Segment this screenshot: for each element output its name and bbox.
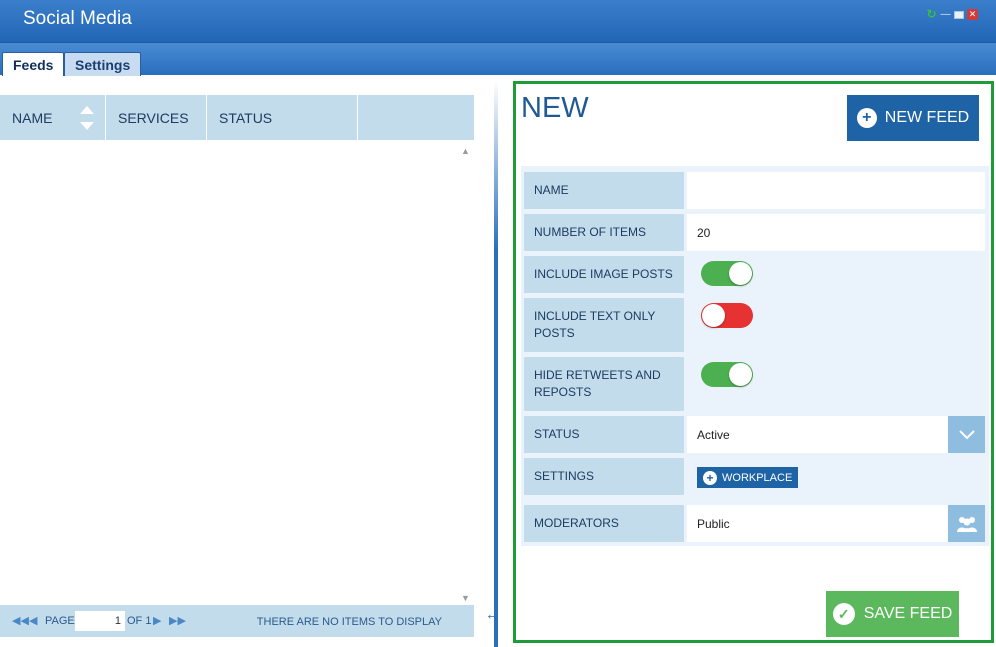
- new-feed-label: NEW FEED: [884, 109, 970, 126]
- field-label: INCLUDE TEXT ONLY POSTS: [524, 298, 684, 352]
- maximize-icon[interactable]: [954, 10, 964, 19]
- hide-retweets-toggle[interactable]: [701, 362, 753, 387]
- users-icon[interactable]: [948, 505, 985, 542]
- new-feed-panel: NEW + NEW FEED NAME NUMBER OF ITEMS 20 I…: [513, 81, 994, 643]
- no-items-message: THERE ARE NO ITEMS TO DISPLAY: [256, 616, 442, 628]
- field-retweets-row: HIDE RETWEETS AND REPOSTS: [524, 357, 985, 411]
- pager: ◀◀ ◀ PAGE OF 1 ▶ ▶▶ THERE ARE NO ITEMS T…: [0, 605, 474, 637]
- field-moderators-row: MODERATORS Public: [524, 505, 985, 542]
- add-workplace-button[interactable]: + WORKPLACE: [697, 467, 799, 488]
- scroll-up-icon[interactable]: ▲: [461, 146, 471, 156]
- resize-handle-icon[interactable]: ↔: [485, 606, 500, 623]
- column-header-label: SERVICES: [118, 109, 189, 126]
- field-label: NUMBER OF ITEMS: [524, 214, 684, 251]
- page-count-label: OF 1: [127, 615, 152, 627]
- field-label: MODERATORS: [524, 505, 684, 542]
- check-icon: ✓: [832, 603, 855, 625]
- scroll-down-icon[interactable]: ▼: [461, 593, 471, 603]
- chevron-down-icon[interactable]: [948, 416, 985, 453]
- field-status-row: STATUS Active: [524, 416, 985, 453]
- moderators-value: Public: [697, 516, 730, 531]
- toggle-knob: [702, 304, 725, 327]
- toggle-knob: [729, 262, 752, 285]
- field-label: HIDE RETWEETS AND REPOSTS: [524, 357, 684, 411]
- column-header-label: STATUS: [219, 109, 273, 126]
- tab-feeds[interactable]: Feeds: [2, 52, 65, 76]
- title-bar: Social Media ↻ — ✕: [0, 0, 996, 42]
- moderators-select[interactable]: Public: [687, 505, 985, 542]
- close-icon[interactable]: ✕: [967, 9, 978, 20]
- page-label: PAGE: [45, 615, 75, 627]
- field-name-row: NAME: [524, 172, 985, 209]
- last-page-icon[interactable]: ▶▶: [169, 614, 186, 627]
- number-of-items-input[interactable]: 20: [687, 214, 985, 251]
- sort-icon[interactable]: [79, 105, 95, 131]
- column-header-name[interactable]: NAME: [0, 95, 106, 140]
- column-header-services[interactable]: SERVICES: [106, 95, 207, 140]
- status-value: Active: [697, 427, 730, 442]
- window-controls: ↻ — ✕: [926, 8, 978, 20]
- field-label: INCLUDE IMAGE POSTS: [524, 256, 684, 293]
- field-label: NAME: [524, 172, 684, 209]
- name-input[interactable]: [687, 172, 985, 209]
- panel-title: NEW: [521, 92, 589, 124]
- first-page-icon[interactable]: ◀◀: [12, 614, 29, 627]
- app-title: Social Media: [23, 8, 132, 29]
- field-text-posts-row: INCLUDE TEXT ONLY POSTS: [524, 298, 985, 352]
- column-header-spacer: [358, 95, 474, 140]
- tab-settings[interactable]: Settings: [64, 52, 142, 76]
- grid-header: NAME SERVICES STATUS: [0, 95, 474, 140]
- plus-icon: +: [856, 108, 877, 128]
- field-label: STATUS: [524, 416, 684, 453]
- column-header-label: NAME: [12, 109, 53, 126]
- tab-bar: Feeds Settings: [0, 42, 996, 76]
- grid-body: [0, 140, 474, 606]
- page-number-input[interactable]: [75, 611, 125, 631]
- status-select[interactable]: Active: [687, 416, 985, 453]
- minimize-icon[interactable]: —: [940, 9, 951, 20]
- column-header-status[interactable]: STATUS: [207, 95, 358, 140]
- include-text-only-posts-toggle[interactable]: [701, 303, 753, 328]
- save-feed-label: SAVE FEED: [863, 605, 953, 622]
- next-page-icon[interactable]: ▶: [153, 614, 161, 627]
- field-items-row: NUMBER OF ITEMS 20: [524, 214, 985, 251]
- feed-form: NAME NUMBER OF ITEMS 20 INCLUDE IMAGE PO…: [521, 166, 989, 546]
- pane-splitter[interactable]: [494, 80, 498, 647]
- field-label: SETTINGS: [524, 458, 684, 495]
- new-feed-button[interactable]: + NEW FEED: [847, 95, 979, 141]
- refresh-icon[interactable]: ↻: [926, 8, 937, 20]
- previous-page-icon[interactable]: ◀: [29, 614, 37, 627]
- workplace-label: WORKPLACE: [722, 471, 793, 484]
- plus-icon: +: [703, 470, 717, 485]
- field-settings-row: SETTINGS + WORKPLACE: [524, 458, 985, 495]
- save-feed-button[interactable]: ✓ SAVE FEED: [826, 591, 959, 637]
- include-image-posts-toggle[interactable]: [701, 261, 753, 286]
- field-image-posts-row: INCLUDE IMAGE POSTS: [524, 256, 985, 293]
- toggle-knob: [729, 363, 752, 386]
